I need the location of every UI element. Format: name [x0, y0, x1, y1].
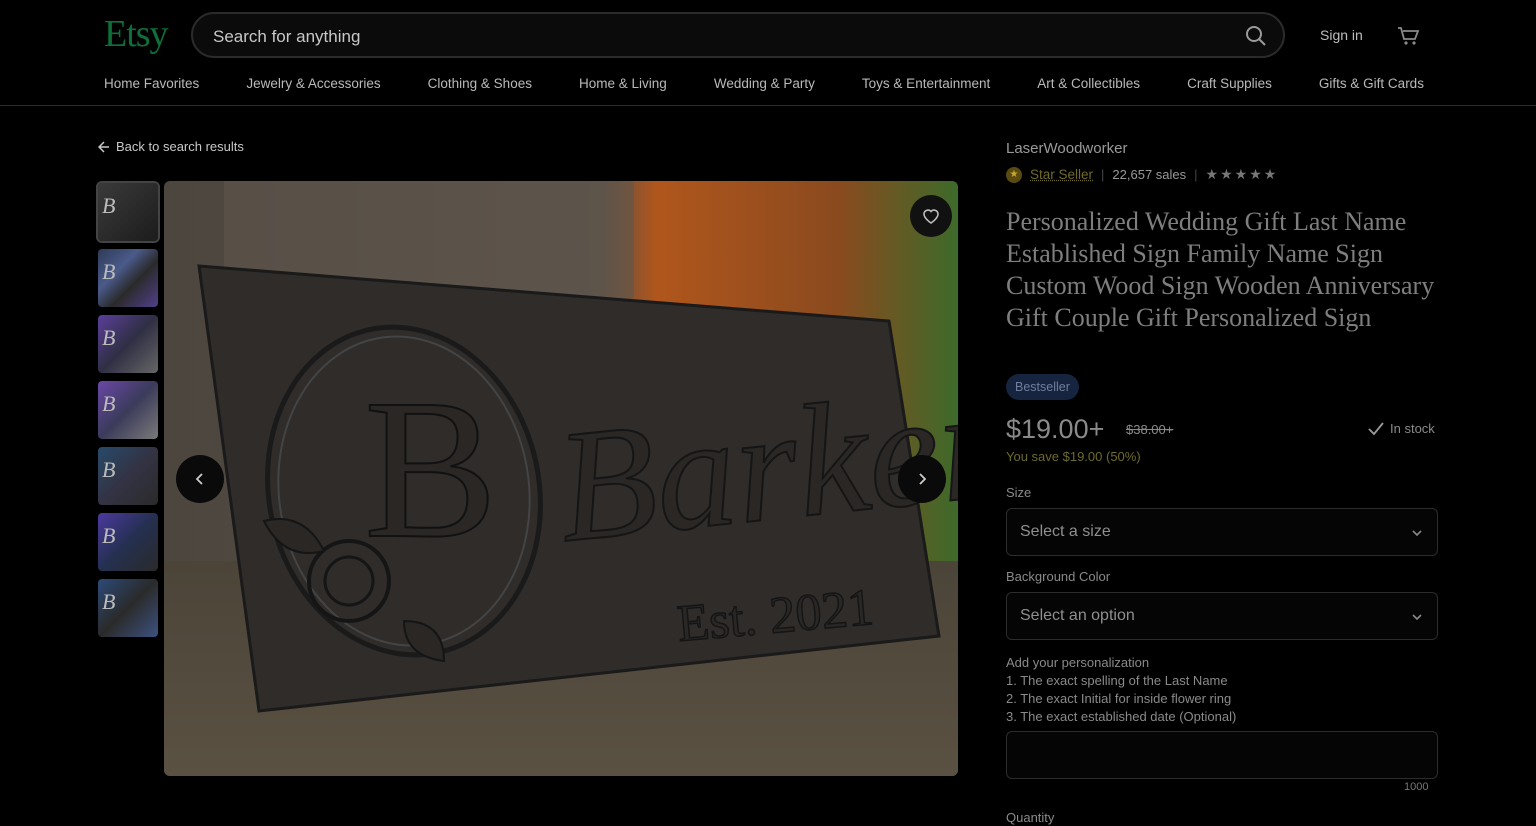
back-to-results-link[interactable]: Back to search results [98, 139, 244, 154]
quantity-label: Quantity [1006, 810, 1055, 825]
heart-icon [923, 209, 939, 224]
arrow-left-icon [98, 140, 109, 153]
nav-wedding[interactable]: Wedding & Party [714, 76, 815, 94]
instruction-line: 3. The exact established date (Optional) [1006, 709, 1237, 724]
next-image-button[interactable] [898, 455, 946, 503]
stock-status: In stock [1368, 421, 1435, 436]
product-title: Personalized Wedding Gift Last Name Esta… [1006, 207, 1435, 332]
divider: | [1101, 167, 1105, 182]
bestseller-badge[interactable]: Bestseller [1006, 374, 1079, 400]
chevron-down-icon [1412, 530, 1422, 537]
savings-text: You save $19.00 (50%) [1006, 449, 1141, 464]
star-seller-icon: ★ [1006, 166, 1022, 183]
personalization-textarea[interactable] [1006, 731, 1438, 779]
stock-label: In stock [1390, 421, 1435, 436]
etsy-logo[interactable]: Etsy [104, 12, 169, 56]
instruction-line: 2. The exact Initial for inside flower r… [1006, 691, 1232, 706]
star-seller-badge[interactable]: Star Seller [1030, 167, 1093, 182]
previous-image-button[interactable] [176, 455, 224, 503]
nav-home-favorites[interactable]: Home Favorites [104, 76, 199, 94]
thumbnail[interactable]: B [98, 381, 158, 439]
background-color-select[interactable]: Select an option [1006, 592, 1438, 640]
favorite-button[interactable] [910, 195, 952, 237]
thumbnail[interactable]: B [96, 181, 160, 243]
size-select[interactable]: Select a size [1006, 508, 1438, 556]
sign-initial-text: B [364, 359, 497, 580]
search-bar [191, 12, 1285, 58]
thumbnail[interactable]: B [98, 513, 158, 571]
nav-art[interactable]: Art & Collectibles [1037, 76, 1140, 94]
nav-jewelry[interactable]: Jewelry & Accessories [246, 76, 380, 94]
rating-stars-icon[interactable]: ★★★★★ [1206, 166, 1279, 183]
nav-clothing[interactable]: Clothing & Shoes [428, 76, 532, 94]
instruction-line: 1. The exact spelling of the Last Name [1006, 673, 1228, 688]
current-price: $19.00+ [1006, 414, 1105, 444]
nav-gifts[interactable]: Gifts & Gift Cards [1319, 76, 1424, 94]
chevron-left-icon [195, 473, 203, 485]
back-link-label: Back to search results [116, 139, 244, 154]
thumbnail[interactable]: B [98, 315, 158, 373]
search-icon[interactable] [1243, 23, 1269, 49]
thumbnail-list: B B B B B B B [96, 181, 160, 645]
size-select-value: Select a size [1020, 523, 1111, 540]
nav-craft[interactable]: Craft Supplies [1187, 76, 1272, 94]
search-input[interactable] [211, 23, 1215, 51]
thumbnail[interactable]: B [98, 447, 158, 505]
divider: | [1194, 167, 1198, 182]
cart-icon[interactable] [1395, 22, 1421, 48]
original-price: $38.00+ [1126, 422, 1174, 437]
category-nav: Home Favorites Jewelry & Accessories Clo… [104, 76, 1424, 94]
main-product-image: B Barker Est. 2021 [164, 181, 958, 776]
checkmark-icon [1368, 421, 1384, 435]
color-select-value: Select an option [1020, 607, 1135, 624]
chevron-right-icon [919, 473, 927, 485]
seller-info: ★ Star Seller | 22,657 sales | ★★★★★ [1006, 166, 1278, 183]
sales-count: 22,657 sales [1112, 167, 1187, 182]
thumbnail[interactable]: B [98, 249, 158, 307]
chevron-down-icon [1412, 614, 1422, 621]
nav-home-living[interactable]: Home & Living [579, 76, 667, 94]
personalization-instructions: Add your personalization 1. The exact sp… [1006, 654, 1236, 726]
site-header: Etsy Sign in Home Favorites Jewelry & Ac… [0, 0, 1536, 106]
sign-in-link[interactable]: Sign in [1320, 27, 1363, 43]
size-label: Size [1006, 485, 1032, 500]
nav-toys[interactable]: Toys & Entertainment [862, 76, 990, 94]
thumbnail[interactable]: B [98, 579, 158, 637]
background-color-label: Background Color [1006, 569, 1111, 584]
character-counter: 1000 [1404, 781, 1429, 793]
shop-name-link[interactable]: LaserWoodworker [1006, 140, 1127, 157]
personalization-label: Add your personalization [1006, 655, 1150, 670]
